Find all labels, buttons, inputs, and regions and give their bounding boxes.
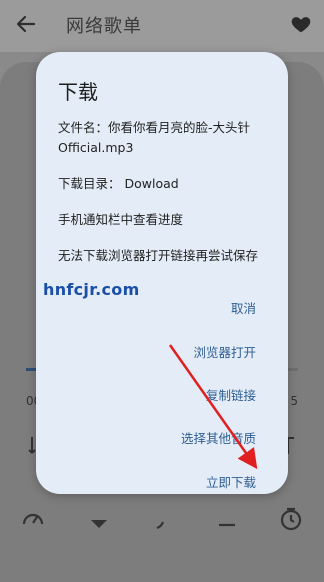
total-time: 5 — [290, 394, 298, 408]
copy-link-button[interactable]: 复制链接 — [206, 385, 256, 404]
cancel-button[interactable]: 取消 — [231, 298, 256, 317]
queue-icon[interactable] — [214, 506, 240, 532]
fail-hint-text: 无法下载浏览器打开链接再尝试保存 — [58, 248, 259, 263]
open-browser-button[interactable]: 浏览器打开 — [193, 342, 256, 361]
other-quality-button[interactable]: 选择其他音质 — [181, 428, 256, 447]
timer-icon[interactable] — [278, 506, 304, 532]
filename-text: 文件名：你看你看月亮的脸-大头针Official.mp3 — [58, 120, 251, 155]
download-icon[interactable] — [86, 506, 112, 532]
notify-hint-text: 手机通知栏中查看进度 — [58, 212, 184, 227]
download-dir-text: 下载目录： Dowload — [58, 176, 179, 191]
download-dialog: 下载 文件名：你看你看月亮的脸-大头针Official.mp3 下载目录： Do… — [36, 52, 288, 494]
page-title: 网络歌单 — [66, 16, 142, 37]
download-now-button[interactable]: 立即下载 — [206, 472, 256, 491]
arrow-left-icon[interactable] — [14, 12, 38, 36]
watermark: hnfcjr.com — [43, 280, 140, 299]
heart-icon[interactable] — [290, 13, 312, 35]
speedometer-icon[interactable] — [20, 506, 46, 532]
app-bar: 网络歌单 — [0, 0, 324, 52]
playlist-icon[interactable] — [150, 506, 176, 532]
dialog-title: 下载 — [58, 80, 98, 104]
